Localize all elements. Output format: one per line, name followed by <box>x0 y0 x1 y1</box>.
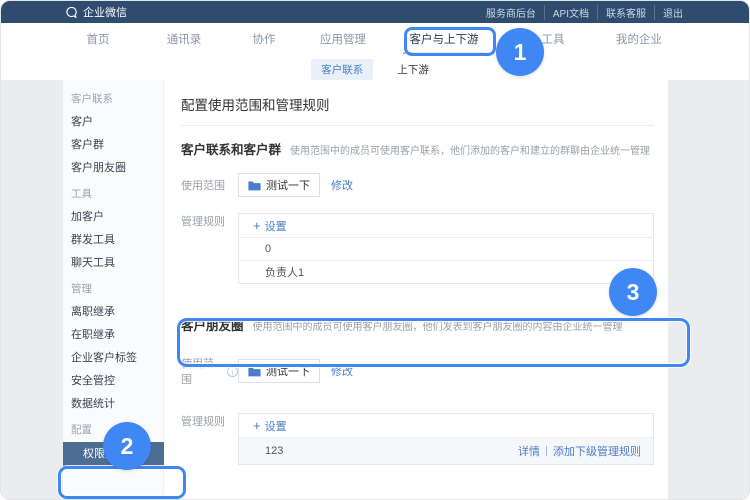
rule-name: 负责人1 <box>265 264 304 280</box>
scope-value-chip[interactable]: 测试一下 <box>238 173 320 197</box>
wework-logo-icon <box>65 6 78 19</box>
subtab-bar: 客户联系 上下游 <box>1 58 749 80</box>
plus-icon: + <box>253 219 261 232</box>
nav-contacts[interactable]: 通讯录 <box>167 23 202 58</box>
sidebar-item-bulk-message-tool[interactable]: 群发工具 <box>71 229 163 252</box>
folder-icon <box>248 366 261 377</box>
section-customer-contact-head: 客户联系和客户群 使用范围中的成员可使用客户联系，他们添加的客户和建立的群聊由企… <box>181 139 654 158</box>
sidebar-item-customer-groups[interactable]: 客户群 <box>71 134 163 157</box>
sidebar-item-corp-customer-tags[interactable]: 企业客户标签 <box>71 347 163 370</box>
modify-scope-link[interactable]: 修改 <box>331 177 353 193</box>
rules-row-contact: 管理规则 + 设置 0 负责人1 <box>181 213 654 284</box>
info-icon: i <box>227 366 238 377</box>
rule-detail-link[interactable]: 详情 <box>518 443 540 459</box>
sidebar-header-customer-contact: 客户联系 <box>71 88 163 111</box>
topbar-links: 服务商后台 API文档 联系客服 退出 <box>478 5 691 20</box>
rule-row[interactable]: 123 详情 添加下级管理规则 <box>239 438 653 464</box>
sidebar-item-customer-moments[interactable]: 客户朋友圈 <box>71 157 163 180</box>
subtab-upstream-downstream[interactable]: 上下游 <box>387 59 439 80</box>
scope-label: 使用范围 <box>181 177 238 193</box>
main-nav: 首页 通讯录 协作 应用管理 客户与上下游 工具 我的企业 <box>1 23 749 58</box>
rule-actions: 详情 添加下级管理规则 <box>518 443 641 459</box>
add-rule-row[interactable]: + 设置 <box>239 214 653 238</box>
rule-name: 0 <box>265 243 271 255</box>
nav-app-management[interactable]: 应用管理 <box>320 23 366 58</box>
scope-row-contact: 使用范围 测试一下 修改 <box>181 173 654 197</box>
sidebar-item-customers[interactable]: 客户 <box>71 111 163 134</box>
rule-name: 123 <box>265 445 283 457</box>
add-rule-row[interactable]: + 设置 <box>239 414 653 438</box>
rules-row-moments: 管理规则 + 设置 123 详情 添加下级管理规则 <box>181 413 654 465</box>
nav-home[interactable]: 首页 <box>87 23 110 58</box>
brand: 企业微信 <box>65 4 127 20</box>
sidebar-item-active-inheritance[interactable]: 在职继承 <box>71 324 163 347</box>
set-rule-link[interactable]: 设置 <box>265 418 287 434</box>
rules-box-moments: + 设置 123 详情 添加下级管理规则 <box>238 413 654 465</box>
annotation-rect-step3 <box>177 318 690 367</box>
annotation-rect-step2 <box>58 466 186 499</box>
sidebar-item-security-control[interactable]: 安全管控 <box>71 370 163 393</box>
topbar: 企业微信 服务商后台 API文档 联系客服 退出 <box>1 1 749 23</box>
sidebar-item-resigned-inheritance[interactable]: 离职继承 <box>71 301 163 324</box>
rules-box-contact: + 设置 0 负责人1 <box>238 213 654 284</box>
link-contact-support[interactable]: 联系客服 <box>597 5 654 20</box>
divider <box>181 125 654 126</box>
wework-admin-window: 企业微信 服务商后台 API文档 联系客服 退出 首页 通讯录 协作 应用管理 … <box>0 0 750 500</box>
rule-row[interactable]: 0 <box>239 238 653 261</box>
link-api-docs[interactable]: API文档 <box>544 5 597 20</box>
sidebar-item-chat-tool[interactable]: 聊天工具 <box>71 252 163 275</box>
sidebar-header-management: 管理 <box>71 278 163 301</box>
brand-name: 企业微信 <box>83 4 127 20</box>
section-description: 使用范围中的成员可使用客户联系，他们添加的客户和建立的群聊由企业统一管理 <box>290 142 650 157</box>
nav-collaboration[interactable]: 协作 <box>253 23 276 58</box>
annotation-step-1-badge: 1 <box>496 28 544 76</box>
nav-my-company[interactable]: 我的企业 <box>616 23 662 58</box>
sidebar-header-tools: 工具 <box>71 183 163 206</box>
nav-tools[interactable]: 工具 <box>542 23 565 58</box>
rule-row[interactable]: 负责人1 <box>239 261 653 283</box>
link-provider-console[interactable]: 服务商后台 <box>478 5 544 20</box>
annotation-step-2-badge: 2 <box>103 422 151 470</box>
page-title: 配置使用范围和管理规则 <box>181 94 654 114</box>
annotation-step-3-badge: 3 <box>609 268 657 316</box>
scope-department-name: 测试一下 <box>266 177 310 193</box>
subtab-customer-contact[interactable]: 客户联系 <box>311 59 373 80</box>
link-logout[interactable]: 退出 <box>654 5 691 20</box>
add-sub-rule-link[interactable]: 添加下级管理规则 <box>553 443 641 459</box>
sidebar-item-statistics[interactable]: 数据统计 <box>71 393 163 416</box>
main-panel: 配置使用范围和管理规则 客户联系和客户群 使用范围中的成员可使用客户联系，他们添… <box>164 80 668 499</box>
set-rule-link[interactable]: 设置 <box>265 218 287 234</box>
rules-label: 管理规则 <box>181 213 238 229</box>
rules-label: 管理规则 <box>181 413 238 429</box>
plus-icon: + <box>253 419 261 432</box>
sidebar-item-add-customer[interactable]: 加客户 <box>71 206 163 229</box>
folder-icon <box>248 180 261 191</box>
section-title: 客户联系和客户群 <box>181 139 281 158</box>
annotation-rect-step1 <box>404 27 496 56</box>
divider <box>546 446 547 456</box>
